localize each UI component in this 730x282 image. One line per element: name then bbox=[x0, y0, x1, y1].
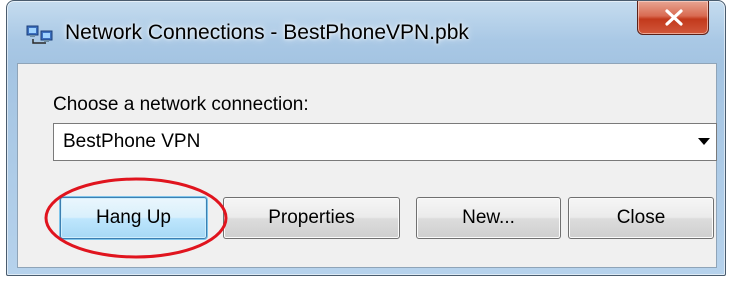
connection-dropdown[interactable]: BestPhone VPN bbox=[53, 123, 717, 161]
close-button[interactable]: Close bbox=[568, 197, 714, 239]
window-title: Network Connections - BestPhoneVPN.pbk bbox=[65, 21, 469, 44]
chevron-down-icon[interactable] bbox=[698, 138, 710, 145]
title-bar[interactable]: Network Connections - BestPhoneVPN.pbk bbox=[7, 1, 725, 63]
properties-button[interactable]: Properties bbox=[223, 197, 400, 239]
dialog-client-area: Choose a network connection: BestPhone V… bbox=[17, 63, 717, 268]
hang-up-button[interactable]: Hang Up bbox=[60, 197, 207, 239]
close-icon bbox=[665, 9, 683, 26]
window-close-button[interactable] bbox=[637, 1, 709, 35]
dialog-window: Network Connections - BestPhoneVPN.pbk C… bbox=[6, 0, 726, 276]
connection-dropdown-value: BestPhone VPN bbox=[63, 131, 201, 152]
new-button[interactable]: New... bbox=[416, 197, 561, 239]
network-connections-icon bbox=[25, 23, 55, 45]
choose-connection-label: Choose a network connection: bbox=[53, 94, 309, 115]
